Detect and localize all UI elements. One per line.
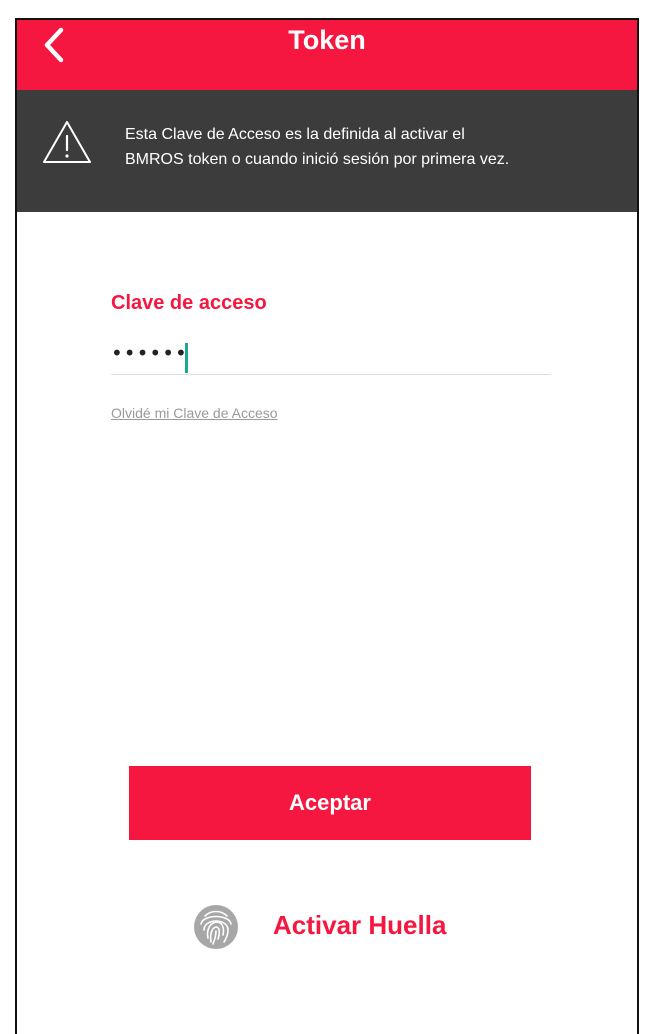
warning-icon bbox=[41, 119, 93, 170]
info-banner-line-2: BMROS token o cuando inició sesión por p… bbox=[125, 151, 510, 168]
text-caret bbox=[185, 343, 188, 373]
app-screen: Token Esta Clave de Acceso es la definid… bbox=[15, 18, 639, 1034]
app-bar: Token bbox=[17, 20, 637, 90]
fingerprint-label: Activar Huella bbox=[273, 910, 447, 940]
password-field[interactable]: •••••• bbox=[111, 336, 551, 375]
info-banner-text: Esta Clave de Acceso es la definida al a… bbox=[125, 122, 625, 172]
accept-button[interactable]: Aceptar bbox=[129, 766, 531, 840]
password-value: •••••• bbox=[111, 341, 188, 365]
page-title: Token bbox=[288, 25, 366, 55]
fingerprint-icon bbox=[191, 902, 241, 957]
password-label: Clave de acceso bbox=[111, 292, 267, 314]
info-banner-line-1: Esta Clave de Acceso es la definida al a… bbox=[125, 126, 465, 143]
info-banner: Esta Clave de Acceso es la definida al a… bbox=[17, 90, 637, 212]
forgot-password-link[interactable]: Olvidé mi Clave de Acceso bbox=[111, 405, 278, 421]
